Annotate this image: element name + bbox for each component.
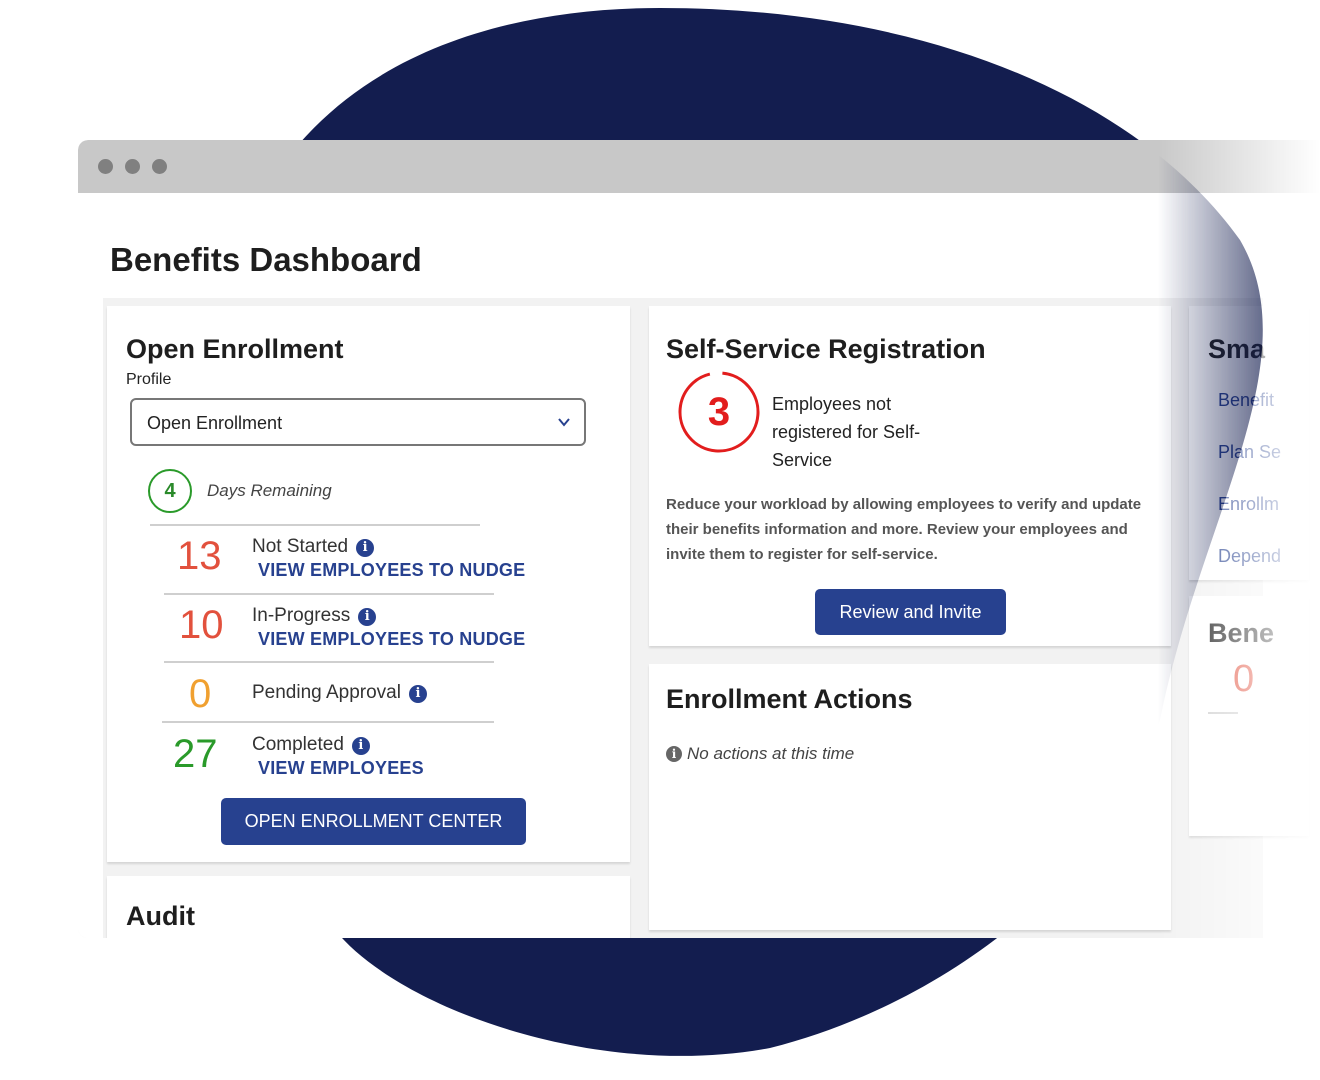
info-icon[interactable]: i xyxy=(356,539,375,557)
profile-select-value: Open Enrollment xyxy=(147,413,283,433)
in-progress-count: 10 xyxy=(179,603,224,647)
enrollment-actions-card: Enrollment Actions i No actions at this t… xyxy=(649,664,1171,930)
in-progress-label: In-Progress i xyxy=(252,605,377,627)
unregistered-label: Employees not registered for Self-Servic… xyxy=(772,394,921,470)
divider xyxy=(164,661,494,663)
completed-label: Completed i xyxy=(252,734,370,756)
side-link-benefits[interactable]: Benefit xyxy=(1218,390,1274,411)
divider xyxy=(1208,712,1238,714)
not-started-nudge-link[interactable]: VIEW EMPLOYEES TO NUDGE xyxy=(258,560,525,581)
completed-count: 27 xyxy=(173,732,218,776)
self-service-card: Self-Service Registration 3 Employees no… xyxy=(649,306,1171,646)
browser-titlebar xyxy=(78,140,1320,193)
window-dot-icon xyxy=(125,159,140,174)
profile-label: Profile xyxy=(126,371,172,388)
side-link-enrollment[interactable]: Enrollm xyxy=(1218,494,1279,515)
info-icon: i xyxy=(666,746,682,762)
enrollment-actions-title: Enrollment Actions xyxy=(666,684,913,714)
open-enrollment-card: Open Enrollment Profile Open Enrollment … xyxy=(107,306,630,862)
info-icon[interactable]: i xyxy=(408,685,427,703)
window-dot-icon xyxy=(152,159,167,174)
page-title: Benefits Dashboard xyxy=(110,241,422,278)
window-dot-icon xyxy=(98,159,113,174)
bene-card-title: Bene xyxy=(1208,618,1275,648)
in-progress-text: In-Progress xyxy=(252,605,351,626)
unregistered-count: 3 xyxy=(707,390,731,434)
smart-card-title: Sma xyxy=(1208,334,1266,364)
pending-approval-text: Pending Approval xyxy=(252,682,401,703)
browser-window: Benefits Dashboard Open Enrollment Profi… xyxy=(78,140,1320,938)
divider xyxy=(150,524,480,526)
divider xyxy=(164,593,494,595)
self-service-description: Reduce your workload by allowing employe… xyxy=(666,496,1142,563)
in-progress-nudge-link[interactable]: VIEW EMPLOYEES TO NUDGE xyxy=(258,629,525,650)
pending-approval-label: Pending Approval i xyxy=(252,682,427,704)
review-and-invite-button[interactable]: Review and Invite xyxy=(815,589,1006,635)
not-started-count: 13 xyxy=(177,534,222,578)
pending-approval-count: 0 xyxy=(189,672,212,716)
audit-card: Audit xyxy=(107,876,630,938)
self-service-title: Self-Service Registration xyxy=(666,334,986,364)
smart-card: Sma Benefit Plan Se Enrollm Depend xyxy=(1189,306,1309,580)
not-started-text: Not Started xyxy=(252,536,349,557)
info-icon[interactable]: i xyxy=(358,608,377,626)
divider xyxy=(162,721,494,723)
side-link-dependents[interactable]: Depend xyxy=(1218,546,1281,567)
info-icon[interactable]: i xyxy=(351,737,370,755)
dashboard-page: Benefits Dashboard Open Enrollment Profi… xyxy=(78,193,1320,938)
dashboard-grid: Open Enrollment Profile Open Enrollment … xyxy=(103,298,1309,938)
open-enrollment-center-button[interactable]: OPEN ENROLLMENT CENTER xyxy=(221,798,526,845)
days-remaining-label: Days Remaining xyxy=(207,481,332,500)
bene-card-count: 0 xyxy=(1233,658,1255,700)
completed-text: Completed xyxy=(252,734,344,755)
open-enrollment-title: Open Enrollment xyxy=(126,334,344,364)
audit-title: Audit xyxy=(126,901,195,931)
chevron-down-icon xyxy=(558,418,570,427)
days-remaining-count: 4 xyxy=(164,480,176,502)
not-started-label: Not Started i xyxy=(252,536,375,558)
view-employees-link[interactable]: VIEW EMPLOYEES xyxy=(258,758,424,779)
profile-select[interactable]: Open Enrollment xyxy=(130,398,586,446)
no-actions-text: No actions at this time xyxy=(687,744,855,763)
bene-card: Bene 0 xyxy=(1189,596,1309,836)
no-actions-message: i No actions at this time xyxy=(666,744,854,764)
side-link-plan-settings[interactable]: Plan Se xyxy=(1218,442,1281,463)
